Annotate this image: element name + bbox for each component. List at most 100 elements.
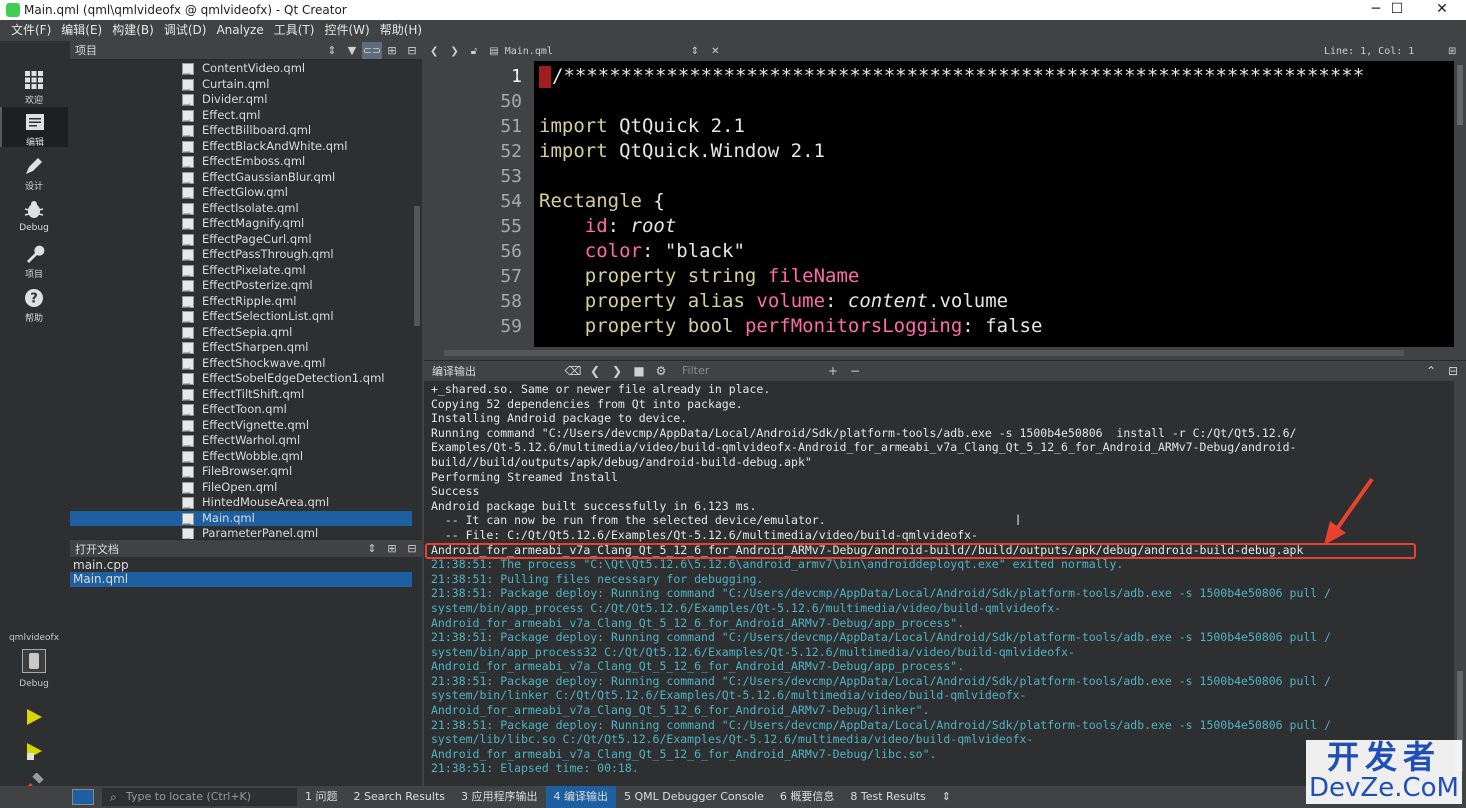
project-file-item[interactable]: EffectVignette.qml [70,418,412,439]
project-file-item[interactable]: EffectShockwave.qml [70,356,412,377]
project-file-item[interactable]: EffectMagnify.qml [70,216,412,237]
locator-input[interactable]: Type to locate (Ctrl+K) [102,788,297,806]
project-file-item[interactable]: EffectTiltShift.qml [70,387,412,408]
compile-output-text[interactable]: +_shared.so. Same or newer file already … [424,381,1454,786]
run-icon[interactable] [24,707,44,727]
menu-build[interactable]: 构建(B) [107,20,159,41]
project-file-item[interactable]: EffectRipple.qml [70,294,412,315]
output-tab-search-results[interactable]: 2 Search Results [346,786,454,808]
menu-analyze[interactable]: Analyze [211,20,268,41]
file-dropdown-arrows-icon[interactable]: ⇕ [685,46,705,57]
mode-design[interactable]: 设计 [0,151,68,192]
mode-help[interactable]: ? 帮助 [0,283,68,324]
open-document-item[interactable]: main.cpp [70,558,412,573]
project-file-item[interactable]: EffectSelectionList.qml [70,309,412,330]
editor-horizontal-scrollbar[interactable] [424,347,1466,359]
menu-edit[interactable]: 编辑(E) [56,20,107,41]
close-window-button[interactable]: ✕ [1422,0,1462,20]
menu-widgets[interactable]: 控件(W) [319,20,374,41]
filter-icon[interactable]: ▼ [342,42,362,59]
project-file-item[interactable]: Curtain.qml [70,77,412,98]
mode-projects[interactable]: 项目 [0,239,68,280]
project-file-item[interactable]: EffectWobble.qml [70,449,412,470]
project-file-item[interactable]: FileBrowser.qml [70,464,412,485]
project-file-item[interactable]: EffectSobelEdgeDetection1.qml [70,371,412,392]
code-text[interactable]: /***************************************… [539,64,1454,347]
output-scrollbar[interactable] [1454,381,1466,786]
debug-run-icon[interactable] [24,741,44,761]
split-panel-icon[interactable]: ⊞ [382,540,402,557]
editor-vertical-scrollbar[interactable] [1454,61,1466,347]
settings-gear-icon[interactable]: ⚙ [650,364,672,378]
project-file-item[interactable]: EffectPageCurl.qml [70,232,412,253]
cursor-position[interactable]: Line: 1, Col: 1 [1324,46,1414,57]
project-file-item[interactable]: EffectPassThrough.qml [70,247,412,268]
menu-debug[interactable]: 调试(D) [159,20,212,41]
clear-output-icon[interactable]: ⌫ [562,364,584,378]
output-tab-application-output[interactable]: 3 应用程序输出 [453,786,546,808]
project-file-item[interactable]: EffectIsolate.qml [70,201,412,222]
close-file-icon[interactable]: ✕ [705,46,725,57]
maximize-button[interactable]: ☐ [1377,0,1417,20]
project-file-item[interactable]: EffectPosterize.qml [70,278,412,299]
project-file-item[interactable]: Divider.qml [70,92,412,113]
menu-file[interactable]: 文件(F) [6,20,56,41]
previous-item-icon[interactable]: ❮ [584,364,606,378]
scrollbar-thumb[interactable] [444,350,1404,356]
project-file-item[interactable]: EffectPixelate.qml [70,263,412,284]
device-kit-selector[interactable] [22,649,46,673]
project-file-item[interactable]: EffectGaussianBlur.qml [70,170,412,191]
mode-welcome[interactable]: 欢迎 [0,65,68,106]
menu-tools[interactable]: 工具(T) [269,20,320,41]
next-item-icon[interactable]: ❯ [606,364,628,378]
code-editor[interactable]: 1 50 51 52 53 54 55 56 57 58 59 › ⌄ /***************… [424,61,1454,347]
project-tree-scrollbar[interactable] [412,60,422,539]
view-selector-arrows-icon[interactable]: ⇕ [322,42,342,59]
output-tab-general-messages[interactable]: 6 概要信息 [772,786,843,808]
project-file-item[interactable]: Effect.qml [70,108,412,129]
split-editor-icon[interactable]: ⊞ [1442,46,1462,57]
maximize-pane-chevron-up-icon[interactable]: ⌃ [1420,364,1442,378]
project-file-item[interactable]: ParameterPanel.qml [70,526,412,539]
back-arrow-icon[interactable]: ❮ [424,46,444,57]
close-panel-icon[interactable]: ⊟ [402,42,422,59]
fold-expanded-icon[interactable]: ⌄ [515,196,523,207]
project-file-item[interactable]: EffectGlow.qml [70,185,412,206]
zoom-in-plus-icon[interactable]: + [822,364,844,378]
split-panel-icon[interactable]: ⊞ [382,42,402,59]
zoom-out-minus-icon[interactable]: − [844,364,866,378]
output-tab-issues[interactable]: 1 问题 [297,786,346,808]
stop-icon[interactable]: ■ [628,364,650,378]
project-file-item[interactable]: EffectBillboard.qml [70,123,412,144]
output-tab-qml-debugger-console[interactable]: 5 QML Debugger Console [616,786,772,808]
close-pane-icon[interactable]: ⊟ [1442,364,1464,378]
output-tab-test-results[interactable]: 8 Test Results [842,786,933,808]
project-file-item[interactable]: HintedMouseArea.qml [70,495,412,516]
sync-link-icon[interactable]: ⊂⊃ [362,41,382,59]
mode-label: Debug [19,223,49,233]
project-file-item[interactable]: EffectSharpen.qml [70,340,412,361]
close-panel-icon[interactable]: ⊟ [402,540,422,557]
project-file-item[interactable]: FileOpen.qml [70,480,412,501]
toggle-sidebar-button[interactable] [72,789,94,805]
project-file-item[interactable]: EffectEmboss.qml [70,154,412,175]
project-file-item[interactable]: ContentVideo.qml [70,61,412,82]
editor-file-selector[interactable]: Main.qml [505,46,685,57]
output-tab-compile-output[interactable]: 4 编译输出 [545,786,617,808]
mode-edit[interactable]: 编辑 [0,107,68,148]
forward-arrow-icon[interactable]: ❯ [444,46,464,57]
scrollbar-thumb[interactable] [414,206,420,326]
mode-debug[interactable]: Debug [0,195,68,235]
more-tabs-arrows-icon[interactable]: ⇕ [934,786,959,808]
project-file-item[interactable]: EffectBlackAndWhite.qml [70,139,412,160]
project-file-item[interactable]: Main.qml [70,510,412,532]
scrollbar-thumb[interactable] [1457,65,1463,125]
open-document-item[interactable]: Main.qml [70,572,412,587]
output-filter-input[interactable]: Filter [682,364,822,377]
project-file-item[interactable]: EffectToon.qml [70,402,412,423]
project-file-item[interactable]: EffectWarhol.qml [70,433,412,454]
project-file-item[interactable]: EffectSepia.qml [70,325,412,346]
menu-help[interactable]: 帮助(H) [375,20,427,41]
fold-collapsed-icon[interactable]: › [515,71,519,82]
view-selector-arrows-icon[interactable]: ⇕ [362,540,382,557]
